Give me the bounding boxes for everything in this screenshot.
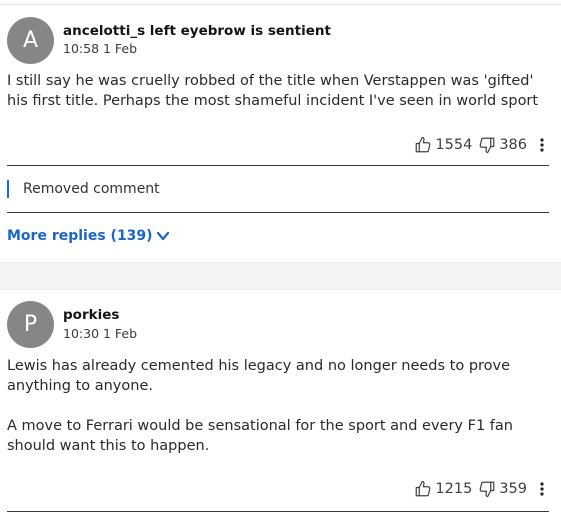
comment-actions: 1554 386 [414, 135, 549, 155]
comment-timestamp: 10:58 1 Feb [63, 41, 138, 56]
comment-separator [0, 262, 561, 290]
thumbs-up-icon[interactable] [414, 480, 432, 498]
avatar[interactable]: A [7, 17, 54, 64]
thumbs-up-icon[interactable] [414, 136, 432, 154]
comment-paragraph: A move to Ferrari would be sensational f… [7, 418, 513, 454]
comment-card: A ancelotti_s left eyebrow is sentient 1… [0, 0, 561, 262]
chevron-down-icon [156, 231, 169, 241]
comment-card: P porkies 10:30 1 Feb Lewis has already … [0, 288, 561, 521]
divider [7, 511, 549, 512]
comment-author[interactable]: ancelotti_s left eyebrow is sentient [63, 23, 331, 39]
comment-paragraph: I still say he was cruelly robbed of the… [7, 73, 539, 109]
like-count: 1554 [435, 137, 473, 153]
vertical-ellipsis-icon[interactable] [535, 138, 549, 152]
more-replies-link[interactable]: More replies (139) [7, 228, 169, 244]
thumbs-down-icon[interactable] [478, 136, 496, 154]
more-replies-label: More replies (139) [7, 228, 153, 244]
comment-timestamp: 10:30 1 Feb [63, 326, 138, 341]
avatar[interactable]: P [7, 301, 54, 348]
comment-author[interactable]: porkies [63, 307, 119, 323]
dislike-count: 359 [499, 481, 527, 497]
vertical-ellipsis-icon[interactable] [535, 482, 549, 496]
removed-comment: Removed comment [7, 180, 160, 198]
comment-paragraph: Lewis has already cemented his legacy an… [7, 358, 511, 394]
thumbs-down-icon[interactable] [478, 480, 496, 498]
divider [7, 165, 549, 166]
dislike-count: 386 [499, 137, 527, 153]
like-count: 1215 [435, 481, 473, 497]
comment-body: I still say he was cruelly robbed of the… [7, 71, 553, 111]
comment-actions: 1215 359 [414, 479, 549, 499]
comment-body: Lewis has already cemented his legacy an… [7, 356, 553, 456]
divider [7, 212, 549, 213]
